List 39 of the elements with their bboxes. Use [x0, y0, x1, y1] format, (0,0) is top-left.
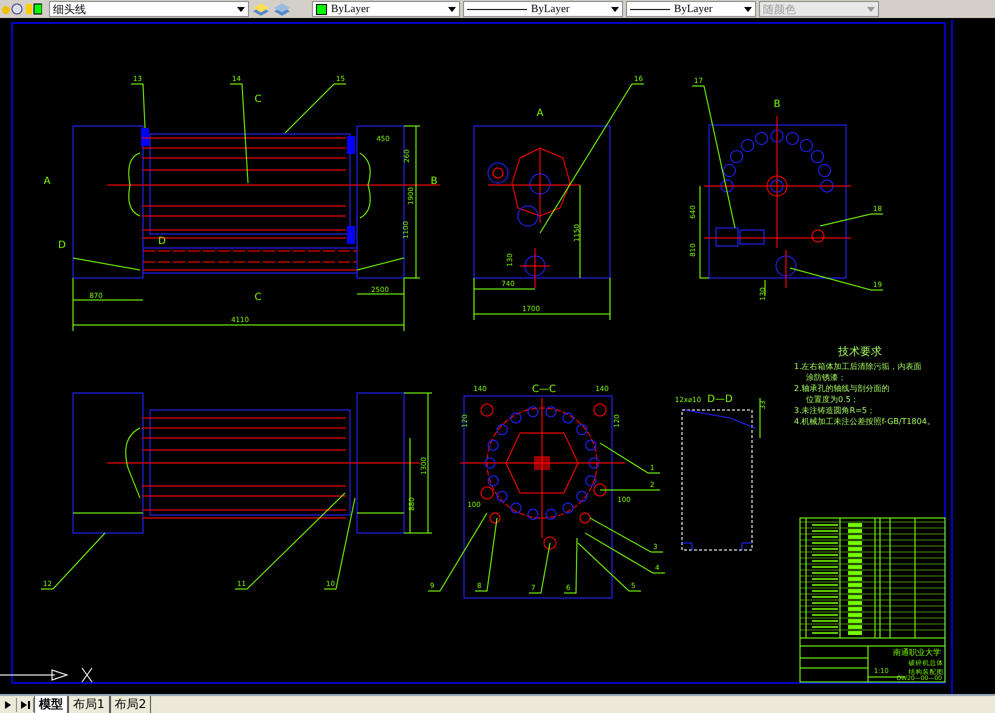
- view-label: C: [254, 94, 262, 105]
- requirement-line: 位置度为0.5；: [806, 395, 859, 404]
- school-name: 南通职业大学: [893, 648, 941, 657]
- view-label: B: [430, 176, 438, 187]
- linetype-dropdown[interactable]: ByLayer: [463, 1, 623, 17]
- leader-line: [40, 532, 106, 590]
- view-label: C—C: [532, 384, 556, 395]
- leader-line: [130, 84, 146, 128]
- caret-icon: [237, 6, 245, 12]
- layer-state-icons[interactable]: [2, 2, 42, 16]
- leader-line: [820, 214, 884, 226]
- color-dropdown[interactable]: ByLayer: [312, 1, 460, 17]
- lineweight-dropdown[interactable]: ByLayer: [626, 1, 756, 17]
- ucs-icon: [0, 668, 92, 682]
- leader-line: [600, 442, 660, 474]
- caret-icon: [611, 6, 619, 12]
- requirement-line: 2.轴承孔的轴线与剖分面的: [794, 384, 890, 393]
- requirement-line: 3.未注铸造圆角R=5；: [794, 406, 875, 415]
- leader-line: [284, 84, 346, 134]
- requirement-line: 1.左右箱体加工后清除污垢，内表面: [794, 362, 922, 371]
- layers-icon[interactable]: [252, 1, 270, 17]
- layout-tab[interactable]: 布局1: [68, 696, 110, 713]
- view-label: B: [774, 99, 780, 110]
- view-label: D—D: [707, 394, 733, 405]
- layer-dropdown[interactable]: 细头线: [49, 1, 249, 17]
- leader-line: [528, 542, 550, 594]
- requirement-line: 4.机械加工未注公差按照f-GB/T1804。: [794, 417, 935, 426]
- requirements-title: 技术要求: [838, 345, 882, 358]
- layout-tab[interactable]: 模型: [34, 696, 68, 713]
- view-label: D: [58, 240, 66, 251]
- view-label: D: [158, 236, 166, 247]
- view-label: A: [44, 176, 50, 187]
- view-label: C: [254, 292, 262, 303]
- caret-icon: [867, 6, 875, 12]
- caret-icon: [744, 6, 752, 12]
- view-label: A: [536, 108, 544, 119]
- requirement-line: 涂防锈漆；: [806, 373, 846, 382]
- layout-tab[interactable]: 布局2: [110, 696, 152, 713]
- caret-icon: [448, 6, 456, 12]
